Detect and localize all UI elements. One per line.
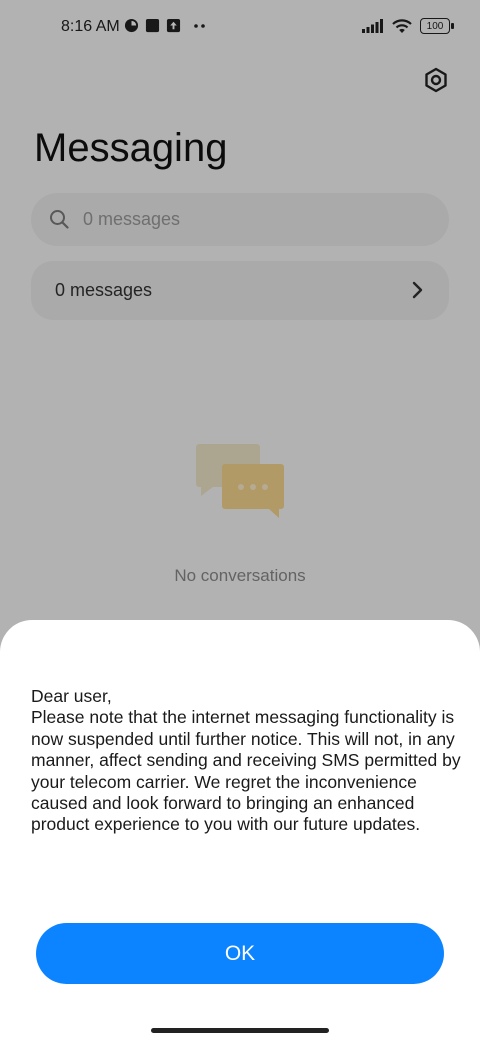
- ok-button[interactable]: OK: [36, 923, 444, 984]
- home-indicator[interactable]: [151, 1028, 329, 1033]
- dialog-greeting: Dear user,: [31, 686, 112, 706]
- dialog-body: Please note that the internet messaging …: [31, 707, 461, 835]
- dialog-message: Dear user, Please note that the internet…: [31, 686, 467, 836]
- notice-dialog: Dear user, Please note that the internet…: [0, 620, 480, 1040]
